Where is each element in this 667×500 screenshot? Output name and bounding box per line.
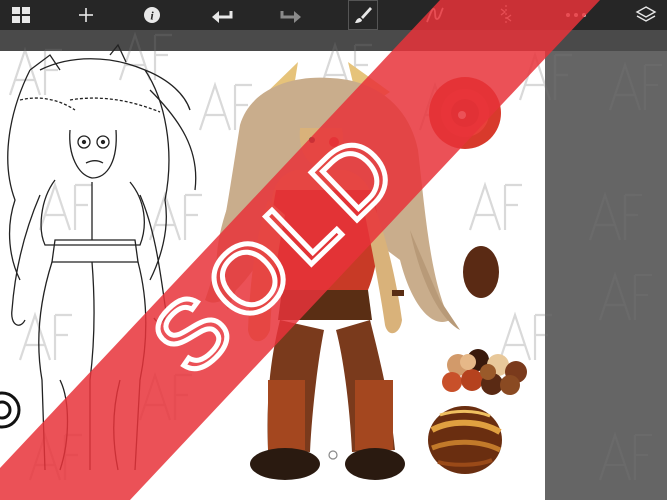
spiral-mark bbox=[0, 391, 21, 429]
brown-oval-swatch bbox=[463, 246, 499, 298]
small-circle-mark bbox=[328, 450, 338, 460]
artwork-canvas bbox=[0, 0, 662, 500]
color-palette-swatches bbox=[442, 349, 527, 395]
tiger-eye-stone bbox=[428, 406, 502, 474]
